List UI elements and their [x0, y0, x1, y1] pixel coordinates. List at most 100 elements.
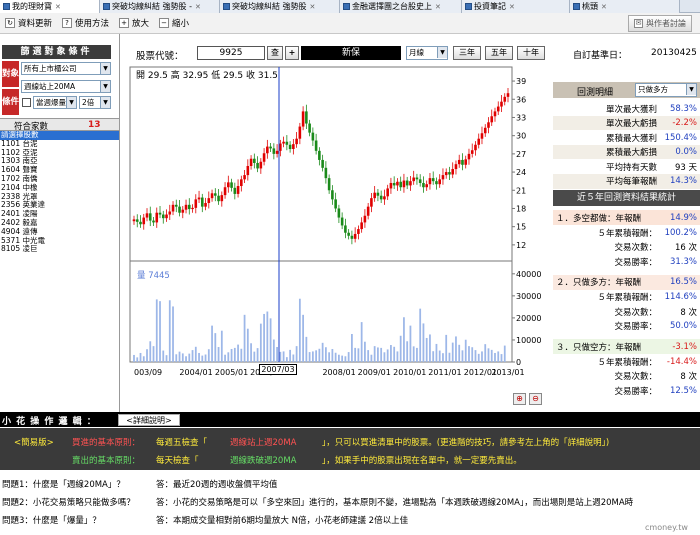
- lookup-button[interactable]: 查: [267, 46, 283, 60]
- volume-checkbox[interactable]: [22, 98, 31, 107]
- tab-finance-history[interactable]: 金融選擇團之台股史上 ✕: [340, 0, 462, 13]
- volume-bar: [367, 350, 370, 362]
- candle-body: [266, 146, 269, 154]
- candle-body: [311, 132, 315, 141]
- candle-body: [344, 225, 347, 233]
- chevron-down-icon: ▼: [686, 84, 696, 95]
- volume-bar: [185, 356, 187, 362]
- period-value: 月線: [409, 48, 424, 57]
- close-icon[interactable]: ✕: [435, 3, 441, 11]
- candle-body: [399, 181, 402, 188]
- multiplier-value: 2倍: [82, 98, 95, 107]
- candle-body: [389, 182, 393, 189]
- stats-row-label: ５年累積報酬：: [597, 357, 657, 368]
- volume-bar: [155, 299, 158, 362]
- volume-bar: [217, 347, 220, 362]
- detail-button[interactable]: <詳細說明>: [118, 414, 180, 426]
- multiplier-select[interactable]: 2倍 ▼: [79, 96, 111, 109]
- candle-body: [379, 195, 383, 200]
- candle-body: [191, 207, 194, 210]
- five-year-button[interactable]: 五年: [485, 46, 513, 60]
- refresh-icon: ↻: [5, 18, 15, 28]
- close-icon[interactable]: ✕: [195, 3, 201, 11]
- market-value: 所有上市櫃公司: [24, 64, 77, 73]
- chart-svg: 003/092004/012005/012006/012008/012009/0…: [129, 66, 541, 377]
- volume-bar: [344, 356, 347, 362]
- volume-bar: [403, 317, 405, 362]
- faq-a2: 答：小花的交易策略是可以「多空來回」進行的，基本原則不變，進場點為「本週跌破週線…: [156, 498, 634, 508]
- chart-zoom-in-button[interactable]: ⊕: [513, 393, 526, 405]
- tab-breakout-1[interactable]: 突破均線糾結 強勢股 - ✕: [100, 0, 220, 13]
- zoom-out-button[interactable]: − 縮小: [154, 14, 194, 32]
- candle-body: [155, 212, 159, 223]
- candle-body: [233, 187, 237, 194]
- volume-bar: [425, 337, 428, 362]
- close-icon[interactable]: ✕: [310, 3, 316, 11]
- period-select[interactable]: 月線 ▼: [406, 46, 448, 60]
- conditions-title: 篩選對象條件: [2, 45, 111, 59]
- candle-body: [246, 166, 250, 176]
- candle-body: [467, 153, 471, 160]
- update-button[interactable]: ↻ 資料更新: [0, 14, 57, 32]
- candle-body: [360, 222, 363, 230]
- base-date-value[interactable]: 20130425: [651, 48, 697, 58]
- volume-bar: [133, 354, 135, 362]
- candle-body: [321, 159, 324, 168]
- stock-list[interactable]: 請選擇股數 1101 台泥 1102 亞泥 1303 南亞 1604 聲寶 1702 南僑…: [0, 131, 119, 411]
- volume-bar: [464, 339, 467, 362]
- tab-notes[interactable]: 投資筆記 ✕: [462, 0, 570, 13]
- detail-row: 平均持有天數 93 天: [553, 159, 700, 174]
- tab-peach[interactable]: 桃頭 ✕: [570, 0, 680, 13]
- candle-body: [214, 193, 217, 196]
- zoom-in-icon: +: [119, 18, 130, 28]
- candle-body: [487, 122, 490, 128]
- volume-bar: [334, 352, 337, 362]
- candle-body: [236, 186, 240, 194]
- market-select[interactable]: 所有上市櫃公司 ▼: [21, 62, 111, 75]
- backtest-panel: 回測明細 只做多方 ▼ 單次最大獲利 58.3% 單次最大虧損 -2.2% 累積最大獲利 1…: [553, 82, 700, 407]
- volume-bar: [263, 313, 265, 362]
- mode-select[interactable]: 只做多方 ▼: [635, 83, 697, 97]
- stats-row-value: 31.3%: [669, 256, 697, 267]
- ma-select[interactable]: 週線站上20MA ▼: [21, 80, 111, 93]
- chevron-down-icon: ▼: [100, 81, 110, 92]
- candle-body: [272, 148, 276, 154]
- howto-button[interactable]: ? 使用方法: [57, 14, 114, 32]
- stats-row: 交易勝率： 12.5%: [553, 383, 700, 398]
- close-icon[interactable]: ✕: [509, 3, 515, 11]
- volume-bar: [259, 323, 262, 362]
- tab-my-wealth[interactable]: 我的理財寶 ✕: [0, 0, 100, 13]
- candle-body: [301, 111, 305, 127]
- faq-a3: 答：本期成交量相對前6期均量放大 N倍，小花老師建議 2倍以上佳: [156, 516, 409, 526]
- volume-bar: [477, 353, 480, 362]
- add-button[interactable]: +: [285, 46, 299, 60]
- tab-breakout-2[interactable]: 突破均線糾結 強勢股 ✕: [220, 0, 340, 13]
- close-icon[interactable]: ✕: [601, 3, 607, 11]
- volume-bar: [438, 350, 441, 362]
- volume-bar: [494, 352, 496, 362]
- close-icon[interactable]: ✕: [55, 3, 61, 11]
- candle-body: [142, 217, 146, 225]
- volume-select[interactable]: 當週爆量 ▼: [33, 96, 77, 109]
- detail-row-label: 平均持有天數: [605, 162, 657, 173]
- list-item[interactable]: 8105 凌巨: [0, 245, 119, 254]
- volume-bar: [503, 345, 506, 362]
- detail-row-label: 單次最大獲利: [605, 104, 657, 115]
- three-year-button[interactable]: 三年: [453, 46, 481, 60]
- volume-bar: [181, 353, 184, 362]
- code-input[interactable]: 9925: [197, 46, 265, 60]
- candle-body: [418, 179, 422, 183]
- discuss-button[interactable]: ✉ 與作者討論: [628, 15, 692, 32]
- price-tick-label: 39: [516, 77, 526, 86]
- simple-version-label: <簡易版>: [14, 438, 54, 448]
- zoom-out-icon: −: [159, 18, 170, 28]
- ten-year-button[interactable]: 十年: [517, 46, 545, 60]
- volume-bar: [484, 344, 487, 362]
- zoom-in-button[interactable]: + 放大: [114, 14, 154, 32]
- volume-bar: [191, 350, 194, 362]
- volume-bar: [364, 341, 366, 362]
- volume-bar: [331, 348, 334, 362]
- stats-group-header: １．多空都做：年報酬 14.9%: [553, 210, 700, 225]
- stats-row-value: -14.4%: [666, 356, 697, 367]
- chart-zoom-out-button[interactable]: ⊖: [529, 393, 542, 405]
